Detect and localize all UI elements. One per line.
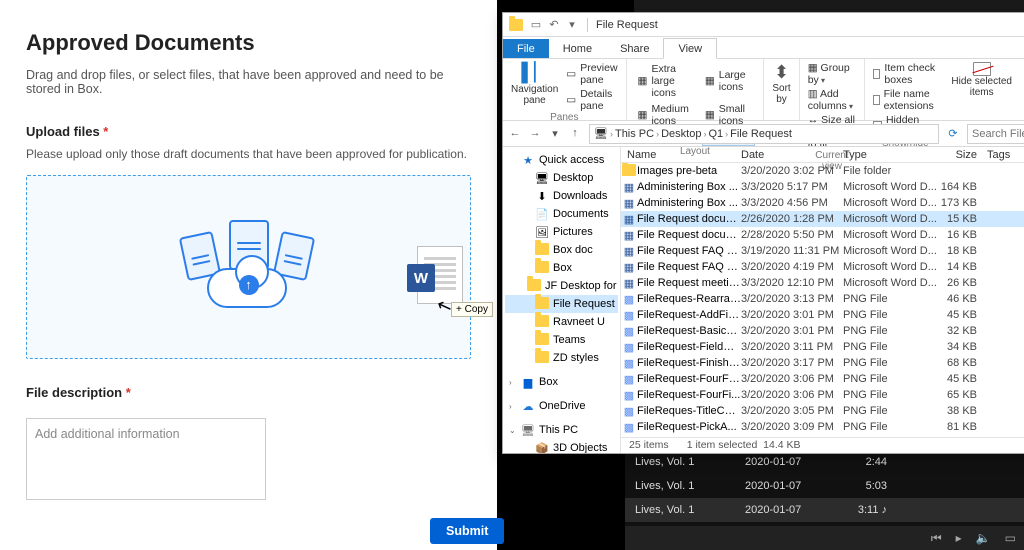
add-columns-button[interactable]: ▥ Add columns: [808, 88, 857, 112]
table-row[interactable]: ▩FileRequest-PickA...3/20/2020 3:09 PMPN…: [621, 419, 1024, 435]
upload-help-text: Please upload only those draft documents…: [26, 147, 471, 161]
column-headers[interactable]: Name Date Type Size Tags: [621, 147, 1024, 163]
sidebar-item-desktop[interactable]: 🖥Desktop: [505, 169, 618, 187]
layout-large[interactable]: ▦ Large icons: [702, 62, 756, 100]
item-checkboxes-toggle[interactable]: Item check boxes: [873, 62, 937, 86]
file-extensions-toggle[interactable]: File name extensions: [873, 88, 937, 112]
search-input[interactable]: [967, 124, 1024, 144]
table-row[interactable]: ▩FileRequest-BasicFo...3/20/2020 3:01 PM…: [621, 323, 1024, 339]
qat-undo-icon[interactable]: ↶: [547, 18, 561, 31]
sidebar-item-zd-styles[interactable]: ZD styles: [505, 349, 618, 367]
refresh-icon[interactable]: ⟳: [945, 127, 961, 140]
table-row[interactable]: ▦Administering Box ...3/3/2020 4:56 PMMi…: [621, 195, 1024, 211]
nav-up-icon[interactable]: ↑: [567, 127, 583, 140]
file-explorer-window: ▭ ↶ ▾ File Request File Home Share View …: [502, 12, 1024, 454]
sidebar-item-jf-desktop-for-real[interactable]: JF Desktop for real: [505, 277, 618, 295]
upload-files-label: Upload files: [26, 124, 471, 139]
volume-icon[interactable]: 🔈: [976, 531, 991, 545]
music-row[interactable]: Lives, Vol. 12020-01-075:03: [625, 474, 1024, 498]
sidebar-item-box[interactable]: ›▆Box: [505, 373, 618, 391]
details-pane-toggle[interactable]: ▭Details pane: [566, 88, 617, 112]
tab-file[interactable]: File: [503, 39, 549, 58]
sidebar-item-documents[interactable]: 📄Documents: [505, 205, 618, 223]
music-row[interactable]: Lives, Vol. 12020-01-073:11 ♪: [625, 498, 1024, 522]
taskbar[interactable]: ⏮ ▸ 🔈 ▭: [625, 526, 1024, 550]
table-row[interactable]: ▦File Request docum...2/28/2020 5:50 PMM…: [621, 227, 1024, 243]
table-row[interactable]: ▩FileReques-TitleCha...3/20/2020 3:05 PM…: [621, 403, 1024, 419]
status-bar: 25 items 1 item selected 14.4 KB: [621, 437, 1024, 453]
table-row[interactable]: ▦File Request docum...2/26/2020 1:28 PMM…: [621, 211, 1024, 227]
table-row[interactable]: ▩FileRequest-FieldDr...3/20/2020 3:11 PM…: [621, 339, 1024, 355]
sidebar-item-box[interactable]: Box: [505, 259, 618, 277]
vis-icon[interactable]: ▭: [1005, 531, 1016, 545]
title-bar[interactable]: ▭ ↶ ▾ File Request: [503, 13, 1024, 37]
play-icon[interactable]: ▸: [956, 531, 962, 545]
tab-view[interactable]: View: [663, 38, 717, 59]
nav-recent-icon[interactable]: ▾: [547, 127, 563, 140]
table-row[interactable]: ▦File Request FAQ v1...3/20/2020 4:19 PM…: [621, 259, 1024, 275]
table-row[interactable]: ▩FileRequest-FourFie...3/20/2020 3:06 PM…: [621, 371, 1024, 387]
tab-home[interactable]: Home: [549, 39, 606, 58]
upload-illustration: ↑: [179, 220, 319, 315]
page-title: Approved Documents: [26, 30, 471, 56]
box-file-request-page: Approved Documents Drag and drop files, …: [0, 0, 497, 550]
word-icon: W: [407, 264, 435, 292]
hide-selected-button[interactable]: Hide selected items: [945, 62, 1018, 98]
qat-dropdown-icon[interactable]: ▾: [565, 18, 579, 31]
nav-forward-icon[interactable]: →: [527, 127, 543, 140]
sidebar-item-ravneet-u[interactable]: Ravneet U: [505, 313, 618, 331]
nav-back-icon[interactable]: ←: [507, 127, 523, 140]
dragged-word-file[interactable]: W ↖ + Copy: [407, 246, 465, 308]
sidebar-item-file-request[interactable]: File Request: [505, 295, 618, 313]
upload-dropzone[interactable]: ↑ W ↖ + Copy: [26, 175, 471, 359]
table-row[interactable]: Images pre-beta3/20/2020 3:02 PMFile fol…: [621, 163, 1024, 179]
tab-share[interactable]: Share: [606, 39, 663, 58]
qat-save-icon[interactable]: ▭: [529, 18, 543, 31]
file-list: Name Date Type Size Tags Images pre-beta…: [621, 147, 1024, 453]
breadcrumb[interactable]: 🖥› This PC› Desktop› Q1› File Request: [589, 124, 939, 144]
table-row[interactable]: ▦Administering Box ...3/3/2020 5:17 PMMi…: [621, 179, 1024, 195]
table-row[interactable]: ▦File Request meetin...3/3/2020 12:10 PM…: [621, 275, 1024, 291]
table-row[interactable]: ▦File Request FAQ v1...3/19/2020 11:31 P…: [621, 243, 1024, 259]
table-row[interactable]: ▩FileRequest-FourFi...3/20/2020 3:06 PMP…: [621, 387, 1024, 403]
ribbon-tabs: File Home Share View: [503, 37, 1024, 59]
table-row[interactable]: ▩FileReques-Rearran...3/20/2020 3:13 PMP…: [621, 291, 1024, 307]
address-bar-row: ← → ▾ ↑ 🖥› This PC› Desktop› Q1› File Re…: [503, 121, 1024, 147]
sidebar-item-onedrive[interactable]: ›☁OneDrive: [505, 397, 618, 415]
prev-track-icon[interactable]: ⏮: [931, 531, 942, 546]
table-row[interactable]: ▩FileRequest-AddFiles3/20/2020 3:01 PMPN…: [621, 307, 1024, 323]
sidebar-item-quick-access[interactable]: ★Quick access: [505, 151, 618, 169]
folder-icon: [509, 19, 523, 31]
file-rows[interactable]: Images pre-beta3/20/2020 3:02 PMFile fol…: [621, 163, 1024, 436]
sidebar-item-pictures[interactable]: 🖼Pictures: [505, 223, 618, 241]
sidebar-item-downloads[interactable]: ⬇Downloads: [505, 187, 618, 205]
sidebar-item-this-pc[interactable]: ⌄🖥This PC: [505, 421, 618, 439]
file-description-input[interactable]: [26, 418, 266, 500]
preview-pane-toggle[interactable]: ▭Preview pane: [566, 62, 617, 86]
window-title: File Request: [596, 19, 658, 31]
group-by-button[interactable]: ▦ Group by: [808, 62, 857, 86]
sort-by-button[interactable]: ⬍ Sort by: [772, 62, 790, 105]
sidebar-item-teams[interactable]: Teams: [505, 331, 618, 349]
navigation-pane-button[interactable]: ▌▏ Navigation pane: [511, 62, 558, 106]
layout-extra-large[interactable]: ▦ Extra large icons: [635, 62, 692, 100]
file-description-label: File description: [26, 385, 471, 400]
sidebar-item-box-doc[interactable]: Box doc: [505, 241, 618, 259]
ribbon-body: ▌▏ Navigation pane ▭Preview pane ▭Detail…: [503, 59, 1024, 121]
submit-button[interactable]: Submit: [430, 518, 504, 544]
page-subtitle: Drag and drop files, or select files, th…: [26, 68, 471, 96]
sidebar-item-3d-objects[interactable]: 📦3D Objects: [505, 439, 618, 453]
table-row[interactable]: ▩FileRequest-Finishe...3/20/2020 3:17 PM…: [621, 355, 1024, 371]
navigation-tree[interactable]: ★Quick access🖥Desktop⬇Downloads📄Document…: [503, 147, 621, 453]
copy-hint: + Copy: [451, 302, 493, 317]
